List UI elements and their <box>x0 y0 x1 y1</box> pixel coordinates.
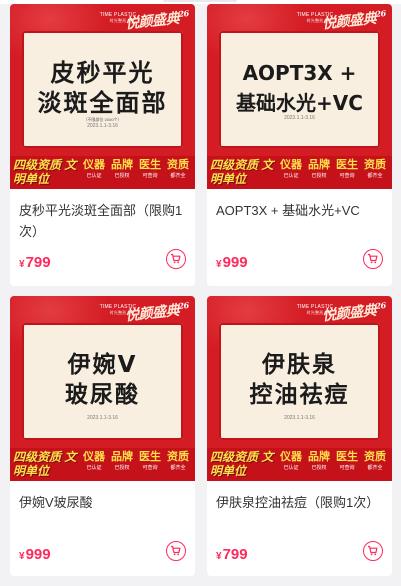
badge-doctor: 医生 可查询 <box>139 159 161 179</box>
image-headline-1: 伊肤泉 <box>262 352 337 378</box>
festival-logo: 悦颜盛典26 <box>321 300 386 325</box>
image-date: 2023.1.1-3.16 <box>87 415 118 421</box>
badge-license: 资质 都齐全 <box>167 159 189 179</box>
badge-instrument: 仪器 已认证 <box>280 451 302 471</box>
festival-logo: 悦颜盛典26 <box>124 8 189 33</box>
qualification-title: 四级资质 文明单位 <box>210 158 274 186</box>
image-date: 2023.1.1-3.16 <box>87 123 118 129</box>
image-panel: 伊婉V 玻尿酸 2023.1.1-3.16 <box>22 323 183 440</box>
previous-card-edge <box>163 0 237 2</box>
qualification-banner: 四级资质 文明单位 仪器 已认证 品牌 已授权 医生 可查询 资质 都齐全 <box>10 156 195 189</box>
cart-icon[interactable] <box>166 541 186 561</box>
product-title[interactable]: 皮秒平光淡斑全面部（限购1次） <box>19 200 189 242</box>
badge-license: 资质 都齐全 <box>364 451 386 471</box>
badge-doctor: 医生 可查询 <box>139 451 161 471</box>
product-price: ¥999 <box>216 254 248 271</box>
badge-license: 资质 都齐全 <box>364 159 386 179</box>
image-headline-2: 淡斑全面部 <box>37 89 168 117</box>
badge-instrument: 仪器 已认证 <box>83 451 105 471</box>
qualification-banner: 四级资质 文明单位 仪器 已认证 品牌 已授权 医生 可查询 资质 都齐全 <box>207 448 392 481</box>
image-headline-1: AOPT3X + <box>242 61 357 85</box>
cart-icon[interactable] <box>166 249 186 269</box>
product-card[interactable]: TIME PLASTIC 时光整形 悦颜盛典26 AOPT3X + 基础水光+VC… <box>207 4 392 286</box>
product-price: ¥999 <box>19 546 51 563</box>
product-image[interactable]: TIME PLASTIC 时光整形 悦颜盛典26 伊婉V 玻尿酸 2023.1.1… <box>10 296 195 481</box>
badge-brand: 品牌 已授权 <box>308 159 330 179</box>
badge-license: 资质 都齐全 <box>167 451 189 471</box>
product-card[interactable]: TIME PLASTIC 时光整形 悦颜盛典26 皮秒平光 淡斑全面部 （不限部位… <box>10 4 195 286</box>
qualification-banner: 四级资质 文明单位 仪器 已认证 品牌 已授权 医生 可查询 资质 都齐全 <box>10 448 195 481</box>
product-price: ¥799 <box>216 546 248 563</box>
cart-icon[interactable] <box>363 541 383 561</box>
product-price: ¥799 <box>19 254 51 271</box>
image-panel: 伊肤泉 控油祛痘 2023.1.1-3.16 <box>219 323 380 440</box>
qualification-title: 四级资质 文明单位 <box>210 450 274 478</box>
image-panel: 皮秒平光 淡斑全面部 （不限部位·2000个） 2023.1.1-3.16 <box>22 31 183 148</box>
product-card[interactable]: TIME PLASTIC 时光整形 悦颜盛典26 伊肤泉 控油祛痘 2023.1.… <box>207 296 392 576</box>
product-title[interactable]: 伊婉V玻尿酸 <box>19 492 189 513</box>
badge-doctor: 医生 可查询 <box>336 159 358 179</box>
product-title[interactable]: AOPT3X + 基础水光+VC <box>216 200 386 221</box>
image-date: 2023.1.1-3.16 <box>284 115 315 121</box>
festival-logo: 悦颜盛典26 <box>124 300 189 325</box>
product-image[interactable]: TIME PLASTIC 时光整形 悦颜盛典26 伊肤泉 控油祛痘 2023.1.… <box>207 296 392 481</box>
badge-instrument: 仪器 已认证 <box>280 159 302 179</box>
badge-instrument: 仪器 已认证 <box>83 159 105 179</box>
image-headline-1: 伊婉V <box>67 352 138 378</box>
product-image[interactable]: TIME PLASTIC 时光整形 悦颜盛典26 皮秒平光 淡斑全面部 （不限部位… <box>10 4 195 189</box>
qualification-title: 四级资质 文明单位 <box>13 158 77 186</box>
badge-brand: 品牌 已授权 <box>308 451 330 471</box>
product-image[interactable]: TIME PLASTIC 时光整形 悦颜盛典26 AOPT3X + 基础水光+VC… <box>207 4 392 189</box>
festival-logo: 悦颜盛典26 <box>321 8 386 33</box>
image-headline-2: 基础水光+VC <box>236 91 363 115</box>
cart-icon[interactable] <box>363 249 383 269</box>
product-title[interactable]: 伊肤泉控油祛痘（限购1次） <box>216 492 386 513</box>
product-card[interactable]: TIME PLASTIC 时光整形 悦颜盛典26 伊婉V 玻尿酸 2023.1.1… <box>10 296 195 576</box>
image-headline-2: 玻尿酸 <box>65 382 140 408</box>
image-headline-2: 控油祛痘 <box>249 382 350 408</box>
image-date: 2023.1.1-3.16 <box>284 415 315 421</box>
qualification-title: 四级资质 文明单位 <box>13 450 77 478</box>
badge-doctor: 医生 可查询 <box>336 451 358 471</box>
badge-brand: 品牌 已授权 <box>111 159 133 179</box>
image-panel: AOPT3X + 基础水光+VC 2023.1.1-3.16 <box>219 31 380 148</box>
badge-brand: 品牌 已授权 <box>111 451 133 471</box>
qualification-banner: 四级资质 文明单位 仪器 已认证 品牌 已授权 医生 可查询 资质 都齐全 <box>207 156 392 189</box>
